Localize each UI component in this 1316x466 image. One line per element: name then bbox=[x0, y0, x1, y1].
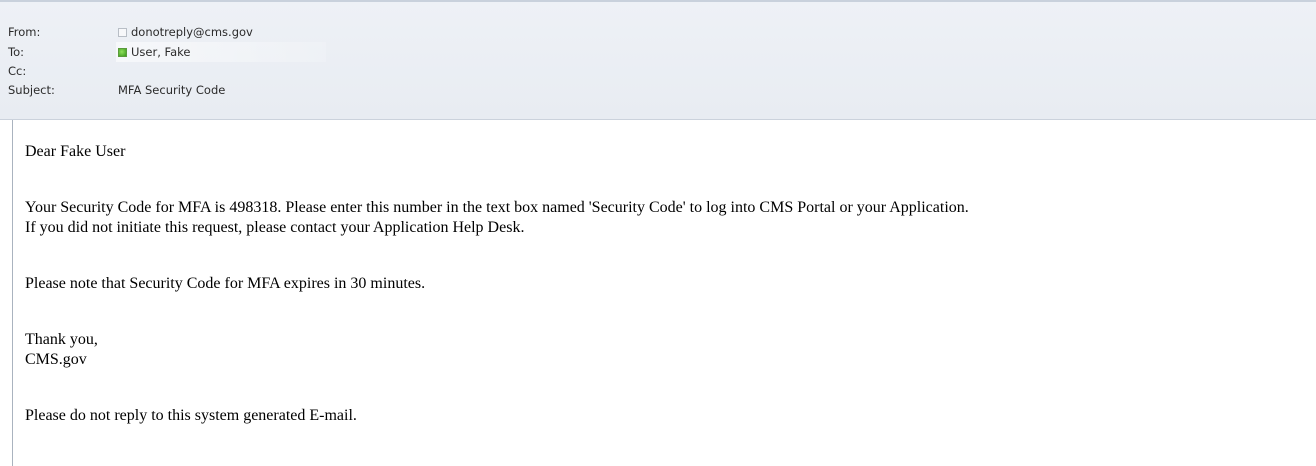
presence-available-icon bbox=[118, 47, 127, 57]
thanks-text: Thank you, bbox=[25, 331, 98, 348]
expiry-text: Please note that Security Code for MFA e… bbox=[25, 275, 426, 292]
header-top-border bbox=[0, 0, 1316, 2]
security-code-text: Your Security Code for MFA is 498318. Pl… bbox=[25, 199, 969, 216]
from-address[interactable]: donotreply@cms.gov bbox=[131, 23, 253, 41]
greeting-text: Dear Fake User bbox=[25, 143, 126, 160]
presence-unknown-icon bbox=[118, 27, 127, 37]
from-value[interactable]: donotreply@cms.gov bbox=[118, 23, 253, 41]
subject-value: MFA Security Code bbox=[118, 83, 226, 97]
help-desk-text: If you did not initiate this request, pl… bbox=[25, 219, 525, 236]
message-body[interactable]: Dear Fake User Your Security Code for MF… bbox=[12, 120, 1316, 466]
from-label: From: bbox=[8, 25, 41, 39]
to-label: To: bbox=[8, 45, 24, 59]
to-recipient[interactable]: User, Fake bbox=[131, 43, 190, 61]
subject-label: Subject: bbox=[8, 83, 55, 97]
cc-label: Cc: bbox=[8, 64, 27, 78]
message-header: From: donotreply@cms.gov To: User, Fake … bbox=[0, 0, 1316, 120]
no-reply-text: Please do not reply to this system gener… bbox=[25, 407, 357, 424]
to-value[interactable]: User, Fake bbox=[118, 43, 190, 61]
signature-text: CMS.gov bbox=[25, 351, 87, 368]
